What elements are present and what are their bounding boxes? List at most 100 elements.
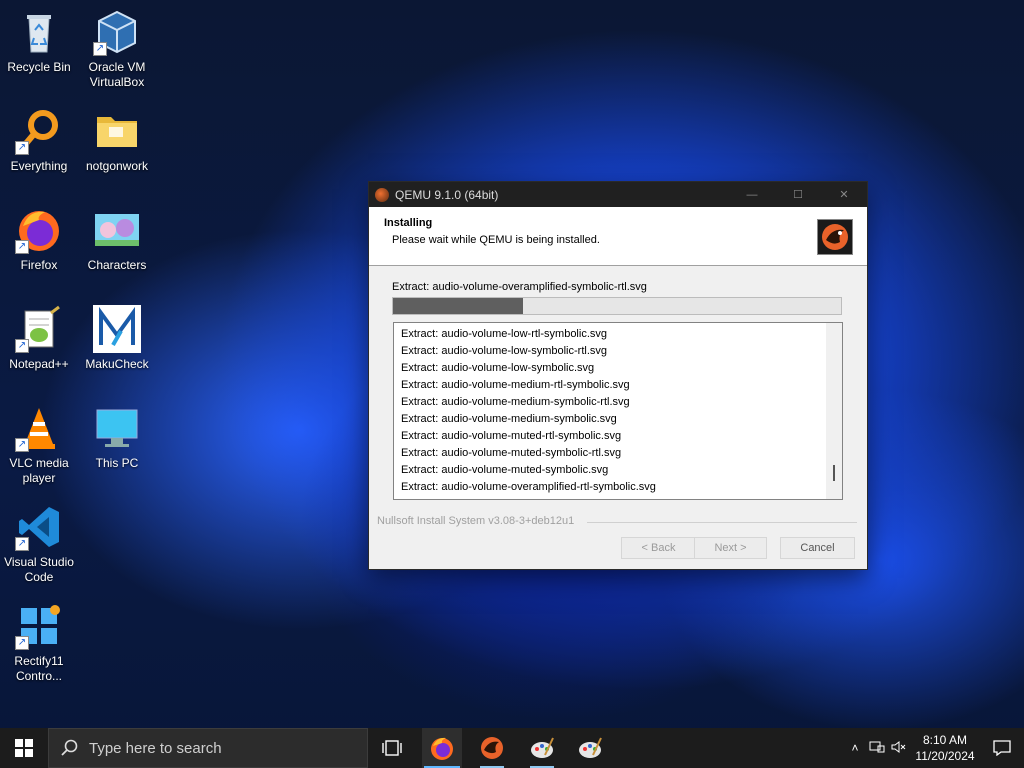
desktop-icon-label: MakuCheck [85, 357, 149, 371]
folder-icon [93, 107, 141, 155]
installer-header: Installing Please wait while QEMU is bei… [369, 207, 867, 266]
log-entry: Extract: audio-volume-medium-rtl-symboli… [401, 379, 630, 391]
recycle-bin-icon [15, 8, 63, 56]
show-hidden-icons-chevron-up-icon[interactable]: ˄ [844, 741, 866, 755]
search-icon [49, 739, 89, 757]
vscode-icon: ↗ [15, 503, 63, 551]
desktop-icon-notepadpp[interactable]: ↗ Notepad++ [0, 305, 78, 372]
taskbar: Type here to search ˄ 8:10 AM 11/20/2024 [0, 728, 1024, 768]
desktop-icon-label: Characters [87, 258, 147, 272]
back-button[interactable]: < Back [621, 537, 696, 559]
firefox-icon: ↗ [15, 206, 63, 254]
header-subtitle: Please wait while QEMU is being installe… [392, 234, 600, 246]
desktop-icon-makucheck[interactable]: MakuCheck [78, 305, 156, 372]
paint-icon [579, 737, 602, 758]
search-placeholder: Type here to search [89, 739, 222, 757]
task-view-button[interactable] [372, 728, 412, 768]
shortcut-arrow-icon: ↗ [15, 636, 29, 650]
install-log-list[interactable]: Extract: audio-volume-low-rtl-symbolic.s… [393, 322, 843, 500]
log-entry: Extract: audio-volume-low-rtl-symbolic.s… [401, 328, 607, 340]
shortcut-arrow-icon: ↗ [15, 438, 29, 452]
next-button[interactable]: Next > [694, 537, 767, 559]
window-title: QEMU 9.1.0 (64bit) [395, 187, 499, 202]
taskbar-search-box[interactable]: Type here to search [48, 728, 368, 768]
desktop-icon-virtualbox[interactable]: ↗ Oracle VM VirtualBox [78, 8, 156, 90]
vlc-icon: ↗ [15, 404, 63, 452]
desktop-icon-firefox[interactable]: ↗ Firefox [0, 206, 78, 273]
firefox-icon [431, 737, 453, 760]
taskbar-paint-2[interactable] [570, 728, 610, 768]
close-button[interactable]: ✕ [821, 182, 867, 207]
log-entry: Extract: audio-volume-low-symbolic-rtl.s… [401, 345, 607, 357]
progress-fill [393, 298, 523, 314]
everything-search-icon: ↗ [15, 107, 63, 155]
clock-time: 8:10 AM [922, 733, 968, 747]
taskbar-paint[interactable] [522, 728, 562, 768]
rectify11-icon: ↗ [15, 602, 63, 650]
virtualbox-icon: ↗ [93, 8, 141, 56]
desktop-icon-label: This PC [95, 456, 139, 470]
windows-logo-icon [15, 739, 33, 757]
characters-image-icon [93, 206, 141, 254]
desktop-icon-label: Recycle Bin [7, 60, 71, 74]
system-tray: ˄ 8:10 AM 11/20/2024 [844, 728, 1024, 768]
qemu-logo-icon [817, 219, 853, 255]
desktop-icon-recycle-bin[interactable]: Recycle Bin [0, 8, 78, 75]
notification-icon [993, 740, 1011, 756]
maximize-button[interactable]: ☐ [775, 182, 821, 207]
cancel-button[interactable]: Cancel [780, 537, 855, 559]
header-title: Installing [384, 217, 433, 229]
desktop-icon-vscode[interactable]: ↗ Visual Studio Code [0, 503, 78, 585]
desktop-icon-label: Notepad++ [9, 357, 69, 371]
log-entry: Extract: audio-volume-overamplified-rtl-… [401, 481, 656, 493]
shortcut-arrow-icon: ↗ [93, 42, 107, 56]
desktop-icon-this-pc[interactable]: This PC [78, 404, 156, 471]
clock[interactable]: 8:10 AM 11/20/2024 [910, 732, 980, 764]
installer-branding: Nullsoft Install System v3.08-3+deb12u1 [377, 515, 575, 527]
install-progress-bar [392, 297, 842, 315]
qemu-app-icon [375, 187, 389, 202]
log-scrollbar-thumb[interactable] [833, 465, 835, 481]
branding-divider [587, 522, 857, 523]
shortcut-arrow-icon: ↗ [15, 339, 29, 353]
notifications-button[interactable] [980, 740, 1024, 756]
desktop-icon-everything[interactable]: ↗ Everything [0, 107, 78, 174]
desktop-icon-label: Oracle VM VirtualBox [88, 60, 146, 89]
window-controls: — ☐ ✕ [729, 182, 867, 207]
shortcut-arrow-icon: ↗ [15, 240, 29, 254]
desktop-icon-label: notgonwork [85, 159, 149, 173]
installer-window: QEMU 9.1.0 (64bit) — ☐ ✕ Installing Plea… [368, 181, 868, 570]
this-pc-icon [93, 404, 141, 452]
paint-icon [531, 737, 554, 758]
qemu-icon [481, 737, 503, 759]
desktop-icon-label: VLC media player [9, 456, 69, 485]
desktop-icon-notgonwork[interactable]: notgonwork [78, 107, 156, 174]
current-status: Extract: audio-volume-overamplified-symb… [392, 281, 647, 293]
desktop-icon-characters[interactable]: Characters [78, 206, 156, 273]
clock-date: 11/20/2024 [915, 749, 975, 763]
desktop-icon-label: Firefox [20, 258, 58, 272]
desktop-icon-label: Everything [10, 159, 68, 173]
log-entries: Extract: audio-volume-low-rtl-symbolic.s… [394, 323, 842, 496]
start-button[interactable] [0, 728, 48, 768]
network-icon[interactable] [866, 740, 888, 757]
desktop-icon-rectify11[interactable]: ↗ Rectify11 Contro... [0, 602, 78, 684]
desktop-icon-label: Visual Studio Code [4, 555, 74, 584]
minimize-button[interactable]: — [729, 182, 775, 207]
log-entry: Extract: audio-volume-low-symbolic.svg [401, 362, 595, 374]
shortcut-arrow-icon: ↗ [15, 537, 29, 551]
desktop-icon-vlc[interactable]: ↗ VLC media player [0, 404, 78, 486]
volume-muted-icon[interactable] [888, 740, 910, 757]
taskbar-firefox[interactable] [422, 728, 462, 768]
log-entry: Extract: audio-volume-muted-symbolic.svg [401, 464, 609, 476]
notepadpp-icon: ↗ [15, 305, 63, 353]
desktop-icon-label: Rectify11 Contro... [14, 654, 64, 683]
window-titlebar[interactable]: QEMU 9.1.0 (64bit) — ☐ ✕ [369, 182, 867, 207]
shortcut-arrow-icon: ↗ [15, 141, 29, 155]
log-entry: Extract: audio-volume-muted-symbolic-rtl… [401, 447, 622, 459]
task-view-icon [382, 740, 402, 756]
taskbar-qemu-installer[interactable] [472, 728, 512, 768]
makucheck-icon [93, 305, 141, 353]
log-entry: Extract: audio-volume-medium-symbolic.sv… [401, 413, 617, 425]
log-entry: Extract: audio-volume-medium-symbolic-rt… [401, 396, 630, 408]
